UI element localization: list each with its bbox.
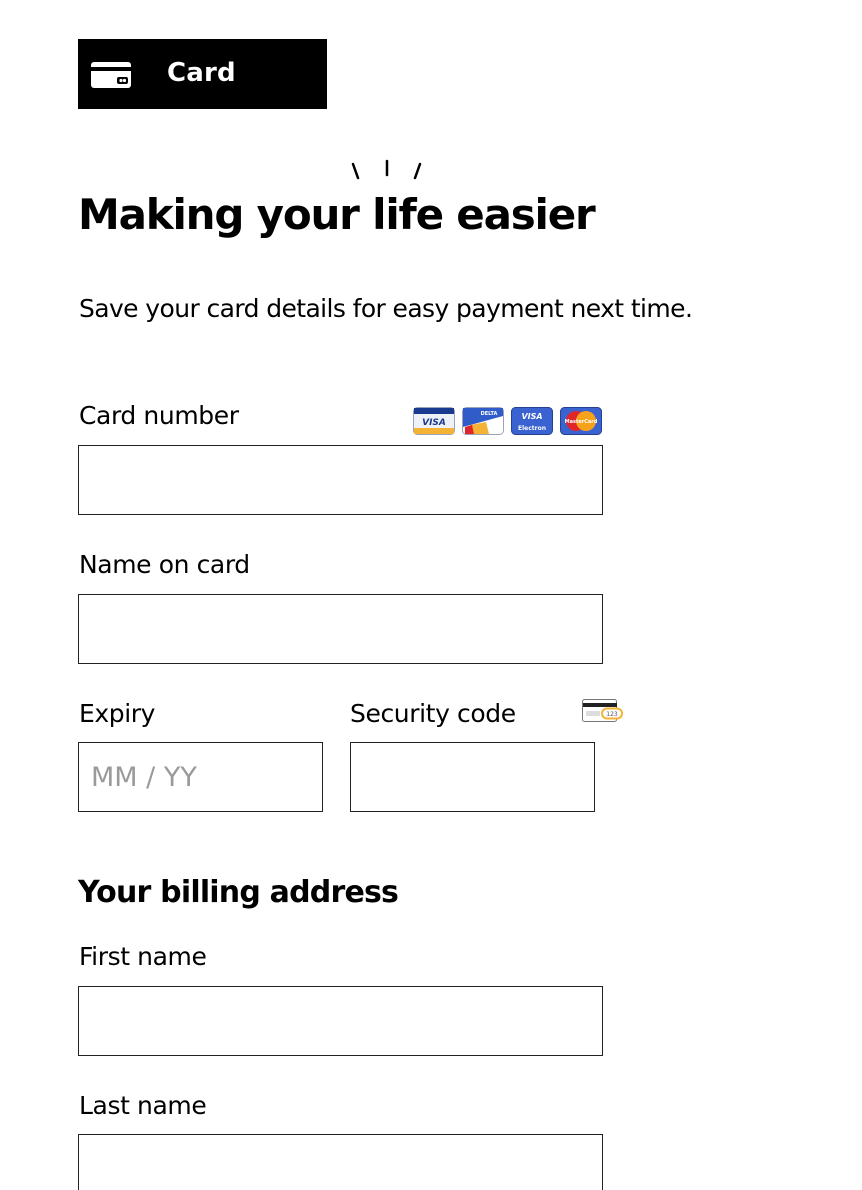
accepted-cards: VISA DELTA VISA Electron MasterCard	[413, 407, 605, 437]
card-tab[interactable]: Card	[78, 39, 327, 109]
name-on-card-label: Name on card	[79, 550, 250, 579]
page-title: Making your life easier	[78, 190, 596, 239]
svg-text:VISA: VISA	[521, 412, 542, 421]
delta-card-icon: DELTA	[462, 407, 504, 435]
first-name-label: First name	[79, 942, 207, 971]
cvv-icon-text: 123	[606, 711, 618, 718]
expiry-label: Expiry	[79, 699, 156, 728]
first-name-input[interactable]	[78, 986, 603, 1056]
svg-text:VISA: VISA	[422, 418, 446, 428]
expiry-input[interactable]	[78, 742, 323, 812]
sparkle-icon	[348, 158, 428, 184]
visa-card-icon: VISA	[413, 407, 455, 435]
svg-text:DELTA: DELTA	[481, 411, 498, 417]
credit-card-icon	[90, 61, 132, 89]
billing-heading: Your billing address	[78, 875, 399, 910]
tab-label: Card	[167, 58, 236, 88]
card-number-label: Card number	[79, 401, 239, 430]
card-security-code-icon: 123	[582, 699, 624, 725]
svg-text:Electron: Electron	[518, 425, 546, 432]
last-name-label: Last name	[79, 1091, 207, 1120]
page-subtitle: Save your card details for easy payment …	[79, 294, 693, 323]
security-code-input[interactable]	[350, 742, 595, 812]
visa-electron-card-icon: VISA Electron	[511, 407, 553, 435]
svg-text:MasterCard: MasterCard	[565, 419, 598, 425]
name-on-card-input[interactable]	[78, 594, 603, 664]
card-number-input[interactable]	[78, 445, 603, 515]
mastercard-card-icon: MasterCard	[560, 407, 602, 435]
security-code-label: Security code	[350, 699, 516, 728]
last-name-input[interactable]	[78, 1134, 603, 1190]
